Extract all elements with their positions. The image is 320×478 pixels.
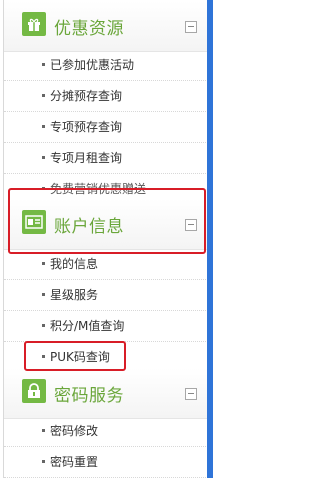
- section-header-discount-resources[interactable]: 优惠资源: [4, 1, 208, 52]
- bullet-icon: [42, 125, 45, 128]
- menu-item-label: 星级服务: [50, 288, 99, 302]
- menu-item-label: 已参加优惠活动: [50, 58, 135, 72]
- menu-item-label: 分摊预存查询: [50, 89, 123, 103]
- menu-item-special-deposit-query[interactable]: 专项预存查询: [4, 111, 208, 143]
- bullet-icon: [42, 187, 45, 190]
- bullet-icon: [42, 262, 45, 265]
- menu-item-label: PUK码查询: [50, 350, 110, 364]
- section-header-account-info[interactable]: 账户信息: [4, 199, 208, 250]
- section-title: 账户信息: [54, 217, 124, 237]
- menu-item-joined-promotions[interactable]: 已参加优惠活动: [4, 49, 208, 81]
- menu-item-points-query[interactable]: 积分/M值查询: [4, 310, 208, 342]
- menu-item-star-service[interactable]: 星级服务: [4, 279, 208, 311]
- bullet-icon: [42, 293, 45, 296]
- bullet-icon: [42, 460, 45, 463]
- bullet-icon: [42, 94, 45, 97]
- menu-item-label: 密码修改: [50, 424, 99, 438]
- menu-item-my-info[interactable]: 我的信息: [4, 248, 208, 280]
- menu-item-label: 我的信息: [50, 257, 99, 271]
- menu-item-label: 专项月租查询: [50, 151, 123, 165]
- id-card-icon: [22, 210, 46, 234]
- collapse-icon[interactable]: [185, 219, 197, 231]
- right-scroll-rail: [207, 0, 213, 478]
- bullet-icon: [42, 355, 45, 358]
- bullet-icon: [42, 63, 45, 66]
- gift-icon: [22, 12, 46, 36]
- lock-icon: [22, 379, 46, 403]
- collapse-icon[interactable]: [185, 388, 197, 400]
- menu-item-special-monthly-rent-query[interactable]: 专项月租查询: [4, 142, 208, 174]
- bullet-icon: [42, 324, 45, 327]
- section-title: 优惠资源: [54, 19, 124, 39]
- menu-item-change-password[interactable]: 密码修改: [4, 415, 208, 447]
- menu-item-label: 专项预存查询: [50, 120, 123, 134]
- menu-item-shared-deposit-query[interactable]: 分摊预存查询: [4, 80, 208, 112]
- bullet-icon: [42, 156, 45, 159]
- section-header-password-service[interactable]: 密码服务: [4, 368, 208, 419]
- bullet-icon: [42, 429, 45, 432]
- sidebar-menu: 优惠资源 已参加优惠活动 分摊预存查询 专项预存查询 专项月租查询 免费营销优惠…: [3, 0, 209, 478]
- menu-item-label: 免费营销优惠赠送: [50, 182, 147, 196]
- section-title: 密码服务: [54, 386, 124, 406]
- menu-item-reset-password[interactable]: 密码重置: [4, 446, 208, 478]
- collapse-icon[interactable]: [185, 21, 197, 33]
- menu-item-label: 密码重置: [50, 455, 99, 469]
- menu-item-label: 积分/M值查询: [50, 319, 125, 333]
